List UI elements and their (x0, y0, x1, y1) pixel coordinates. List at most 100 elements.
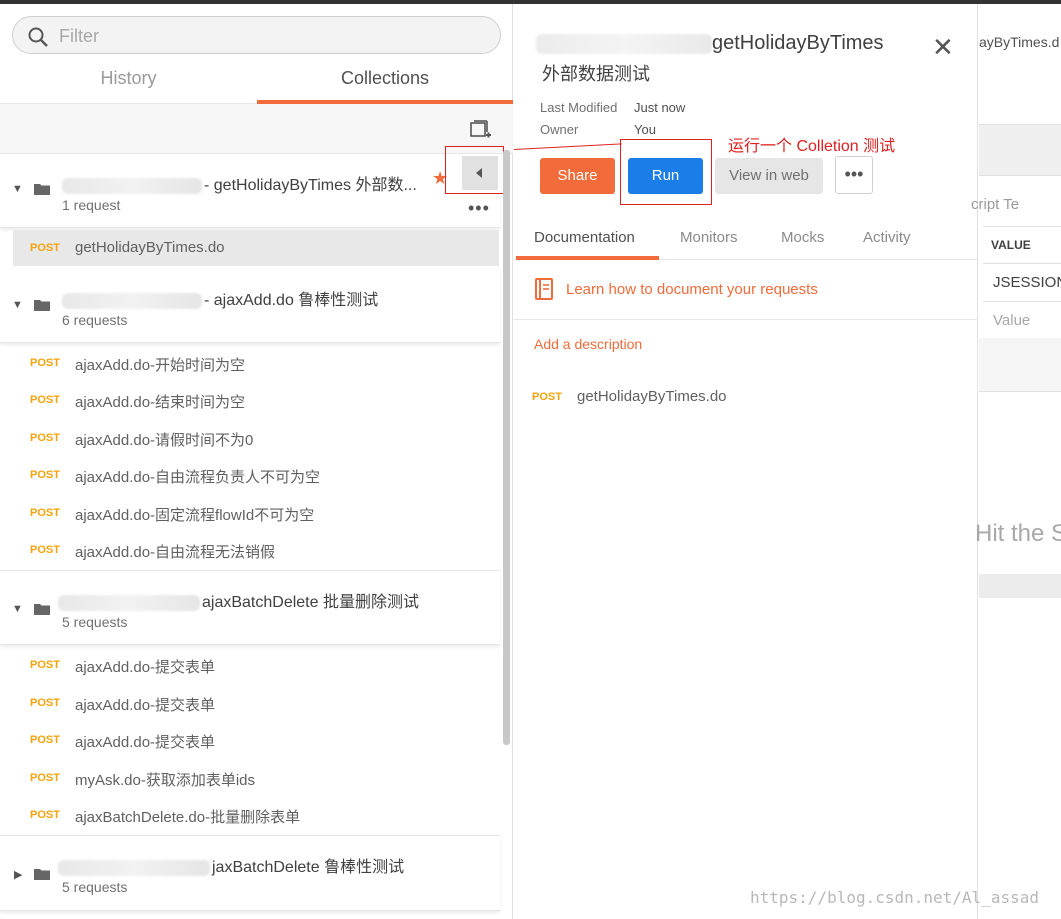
folder-icon (34, 869, 50, 880)
table-row[interactable]: Value (983, 302, 1061, 340)
method-badge: POST (30, 507, 60, 519)
annotation-text: 运行一个 Colletion 测试 (728, 138, 896, 155)
response-bar (979, 338, 1061, 392)
collection-item[interactable]: ▼ - getHolidayByTimes 外部数... 1 request (0, 154, 500, 228)
request-name: ajaxAdd.do-自由流程负责人不可为空 (75, 469, 321, 486)
blurred-text (62, 292, 202, 309)
method-badge: POST (30, 772, 60, 784)
learn-docs-banner[interactable]: Learn how to document your requests (514, 260, 978, 320)
request-name[interactable]: getHolidayByTimes.do (577, 388, 727, 405)
tab-activity[interactable]: Activity (863, 229, 911, 246)
tab-documentation[interactable]: Documentation (534, 229, 635, 246)
empty-state-hint: Hit the S (975, 520, 1061, 547)
collection-name: - getHolidayByTimes 外部数... (62, 171, 417, 195)
method-badge: POST (30, 697, 60, 709)
more-options-button[interactable]: ••• (835, 156, 873, 194)
owner-label: Owner (540, 122, 579, 137)
request-item[interactable]: POST ajaxAdd.do-结束时间为空 (0, 382, 500, 418)
more-options-icon[interactable]: ••• (468, 198, 490, 219)
run-button[interactable]: Run (628, 158, 703, 194)
request-item[interactable]: POST ajaxAdd.do-固定流程flowId不可为空 (0, 495, 500, 531)
chevron-right-icon[interactable]: ▶ (14, 868, 22, 881)
tab-monitors[interactable]: Monitors (680, 229, 738, 246)
blurred-text (58, 594, 200, 611)
last-modified-label: Last Modified (540, 100, 618, 115)
collection-item[interactable]: ▼ - ajaxAdd.do 鲁棒性测试 6 requests (0, 269, 500, 343)
table-row[interactable]: JSESSIONI (983, 264, 1061, 302)
tab-mocks[interactable]: Mocks (781, 229, 824, 246)
url-bar (979, 124, 1061, 176)
collection-count: 5 requests (62, 879, 128, 895)
collections-toolbar (0, 104, 513, 154)
collection-count: 1 request (62, 197, 121, 213)
filter-box (12, 16, 501, 54)
request-item[interactable]: POST ajaxAdd.do-自由流程无法销假 (0, 532, 500, 568)
method-badge: POST (30, 659, 60, 671)
request-item[interactable]: POST ajaxAdd.do-请假时间不为0 (0, 420, 500, 456)
request-name: ajaxBatchDelete.do-批量删除表单 (75, 809, 301, 826)
cell-value: JSESSIONI (993, 274, 1061, 291)
request-tab[interactable]: ayByTimes.d (979, 34, 1059, 50)
blurred-text (58, 859, 210, 876)
table-header: VALUE (983, 226, 1061, 264)
request-name: ajaxAdd.do-结束时间为空 (75, 394, 246, 411)
close-icon[interactable]: ✕ (932, 32, 954, 63)
learn-docs-link[interactable]: Learn how to document your requests (566, 281, 818, 298)
method-badge: POST (30, 734, 60, 746)
method-badge: POST (30, 432, 60, 444)
method-badge: POST (30, 809, 60, 821)
share-button[interactable]: Share (540, 158, 615, 194)
value-input[interactable]: Value (993, 312, 1030, 329)
method-badge: POST (30, 544, 60, 556)
request-item[interactable]: POST getHolidayByTimes.do (13, 230, 499, 266)
request-item[interactable]: POST ajaxAdd.do-开始时间为空 (0, 345, 500, 381)
background-request-panel: ayByTimes.d cript Te VALUE JSESSIONI Val… (971, 4, 1061, 919)
collection-item[interactable]: ▶ jaxBatchDelete 鲁棒性测试 5 requests (0, 836, 500, 911)
request-item[interactable]: POST ajaxBatchDelete.do-批量删除表单 (0, 797, 500, 833)
tab-collections[interactable]: Collections (257, 68, 513, 104)
owner-value: You (634, 122, 656, 137)
collection-count: 6 requests (62, 312, 128, 328)
chevron-down-icon[interactable]: ▼ (12, 183, 23, 195)
book-icon (535, 278, 553, 300)
watermark: https://blog.csdn.net/Al_assad (750, 888, 1039, 907)
view-in-web-button[interactable]: View in web (715, 158, 823, 194)
add-description-link[interactable]: Add a description (534, 336, 642, 352)
request-name: ajaxAdd.do-自由流程无法销假 (75, 544, 276, 561)
request-item[interactable]: POST myAsk.do-获取添加表单ids (0, 760, 500, 796)
request-item[interactable]: POST ajaxAdd.do-自由流程负责人不可为空 (0, 457, 500, 493)
request-item[interactable]: POST ajaxAdd.do-提交表单 (0, 647, 500, 683)
detail-tabs: Documentation Monitors Mocks Activity (514, 218, 978, 260)
annotation-box (445, 146, 504, 194)
chevron-down-icon[interactable]: ▼ (12, 299, 23, 311)
request-name: ajaxAdd.do-开始时间为空 (75, 357, 246, 374)
folder-icon (34, 184, 50, 195)
request-name: ajaxAdd.do-请假时间不为0 (75, 432, 254, 449)
chevron-down-icon[interactable]: ▼ (12, 603, 23, 615)
method-badge: POST (30, 357, 60, 369)
sidebar-scrollbar[interactable] (503, 150, 510, 745)
last-modified-value: Just now (634, 100, 686, 115)
request-name: ajaxAdd.do-提交表单 (75, 697, 216, 714)
collection-name: jaxBatchDelete 鲁棒性测试 (58, 853, 404, 877)
request-name: myAsk.do-获取添加表单ids (75, 772, 256, 789)
method-badge: POST (30, 242, 60, 254)
request-name: getHolidayByTimes.do (75, 239, 225, 256)
tab-history[interactable]: History (0, 68, 257, 104)
blurred-text (62, 177, 202, 194)
collection-item[interactable]: ▼ ajaxBatchDelete 批量删除测试 5 requests (0, 571, 500, 645)
collection-title: getHolidayByTimes (712, 32, 884, 54)
method-badge: POST (30, 469, 60, 481)
collection-name: - ajaxAdd.do 鲁棒性测试 (62, 286, 378, 310)
method-badge: POST (30, 394, 60, 406)
sidebar-tabs: History Collections (0, 60, 513, 104)
request-name: ajaxAdd.do-固定流程flowId不可为空 (75, 507, 315, 524)
filter-input[interactable] (59, 23, 479, 49)
method-badge: POST (532, 391, 562, 403)
blurred-text (536, 34, 712, 54)
new-collection-icon[interactable] (470, 120, 492, 140)
request-subtabs[interactable]: cript Te (971, 196, 1019, 213)
folder-icon (34, 300, 50, 311)
request-item[interactable]: POST ajaxAdd.do-提交表单 (0, 722, 500, 758)
request-item[interactable]: POST ajaxAdd.do-提交表单 (0, 685, 500, 721)
